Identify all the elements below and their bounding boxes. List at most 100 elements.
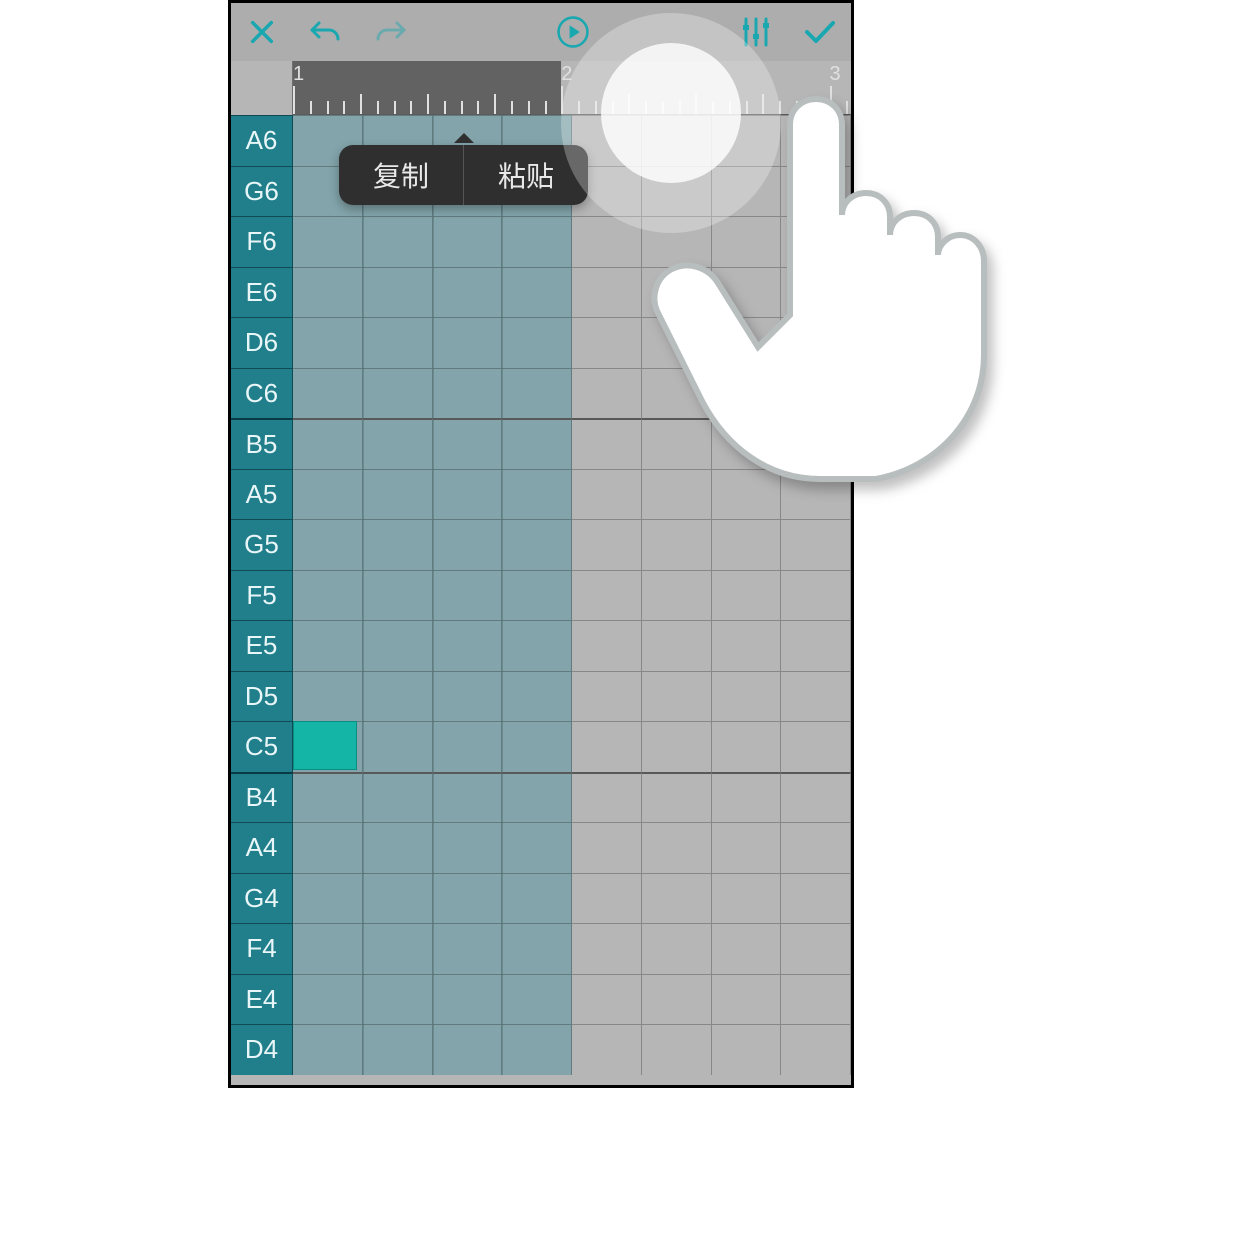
grid-cell[interactable] [433, 620, 503, 671]
grid-cell[interactable] [781, 570, 851, 621]
grid-row[interactable]: F4 [231, 923, 851, 974]
grid-cell[interactable] [293, 368, 363, 419]
note-block[interactable] [293, 721, 357, 770]
grid-cell[interactable] [712, 368, 782, 419]
grid-row[interactable]: E6 [231, 267, 851, 318]
grid-cell[interactable] [502, 418, 572, 469]
grid-cell[interactable] [293, 317, 363, 368]
grid-row[interactable]: D4 [231, 1024, 851, 1075]
grid-row[interactable]: E5 [231, 620, 851, 671]
grid-cell[interactable] [781, 267, 851, 318]
grid-cell[interactable] [572, 519, 642, 570]
grid-cell[interactable] [572, 570, 642, 621]
grid-cell[interactable] [781, 822, 851, 873]
grid-cell[interactable] [712, 519, 782, 570]
grid-cell[interactable] [433, 519, 503, 570]
grid-cell[interactable] [781, 418, 851, 469]
grid-cell[interactable] [293, 873, 363, 924]
grid-cell[interactable] [572, 368, 642, 419]
grid-cell[interactable] [433, 822, 503, 873]
grid-cell[interactable] [502, 1024, 572, 1075]
grid-cell[interactable] [712, 822, 782, 873]
grid-cell[interactable] [433, 721, 503, 772]
grid-cell[interactable] [293, 469, 363, 520]
grid-cell[interactable] [363, 1024, 433, 1075]
grid-row[interactable]: F5 [231, 570, 851, 621]
grid-cell[interactable] [712, 570, 782, 621]
grid-row[interactable]: B4 [231, 772, 851, 823]
grid-cell[interactable] [363, 923, 433, 974]
grid-cell[interactable] [433, 873, 503, 924]
play-button[interactable] [556, 15, 590, 49]
grid-cell[interactable] [363, 469, 433, 520]
grid-cell[interactable] [293, 620, 363, 671]
grid-row[interactable]: G5 [231, 519, 851, 570]
grid-cell[interactable] [502, 974, 572, 1025]
grid-cell[interactable] [712, 873, 782, 924]
grid-cell[interactable] [572, 923, 642, 974]
grid-cell[interactable] [572, 216, 642, 267]
grid-cell[interactable] [781, 1024, 851, 1075]
undo-button[interactable] [309, 15, 343, 49]
grid-cell[interactable] [433, 671, 503, 722]
grid-cell[interactable] [712, 469, 782, 520]
grid-cell[interactable] [572, 469, 642, 520]
grid-cell[interactable] [502, 772, 572, 823]
grid-cell[interactable] [572, 1024, 642, 1075]
grid-cell[interactable] [363, 974, 433, 1025]
grid-cell[interactable] [433, 317, 503, 368]
close-button[interactable] [245, 15, 279, 49]
grid-cell[interactable] [502, 216, 572, 267]
grid-cell[interactable] [433, 772, 503, 823]
grid-cell[interactable] [642, 822, 712, 873]
grid-row[interactable]: B5 [231, 418, 851, 469]
grid-cell[interactable] [781, 721, 851, 772]
grid-cell[interactable] [293, 923, 363, 974]
grid-row[interactable]: G4 [231, 873, 851, 924]
piano-roll-grid[interactable]: A6G6F6E6D6C6B5A5G5F5E5D5C5B4A4G4F4E4D4 [231, 115, 851, 1075]
grid-cell[interactable] [502, 519, 572, 570]
grid-cell[interactable] [293, 671, 363, 722]
grid-row[interactable]: D6 [231, 317, 851, 368]
grid-cell[interactable] [781, 368, 851, 419]
grid-cell[interactable] [781, 115, 851, 166]
grid-cell[interactable] [712, 923, 782, 974]
grid-cell[interactable] [642, 115, 712, 166]
grid-row[interactable]: A4 [231, 822, 851, 873]
grid-cell[interactable] [712, 974, 782, 1025]
grid-cell[interactable] [293, 418, 363, 469]
grid-cell[interactable] [572, 873, 642, 924]
grid-cell[interactable] [781, 519, 851, 570]
grid-cell[interactable] [572, 974, 642, 1025]
grid-cell[interactable] [293, 822, 363, 873]
grid-cell[interactable] [642, 368, 712, 419]
grid-cell[interactable] [433, 368, 503, 419]
grid-cell[interactable] [642, 873, 712, 924]
grid-cell[interactable] [642, 620, 712, 671]
grid-cell[interactable] [712, 1024, 782, 1075]
grid-cell[interactable] [642, 772, 712, 823]
grid-cell[interactable] [502, 368, 572, 419]
grid-cell[interactable] [502, 721, 572, 772]
grid-cell[interactable] [781, 469, 851, 520]
grid-cell[interactable] [642, 570, 712, 621]
grid-cell[interactable] [502, 317, 572, 368]
grid-cell[interactable] [781, 620, 851, 671]
grid-cell[interactable] [712, 115, 782, 166]
grid-cell[interactable] [433, 570, 503, 621]
mixer-button[interactable] [739, 15, 773, 49]
grid-cell[interactable] [502, 873, 572, 924]
grid-cell[interactable] [572, 317, 642, 368]
grid-cell[interactable] [433, 974, 503, 1025]
grid-cell[interactable] [433, 216, 503, 267]
grid-cell[interactable] [712, 721, 782, 772]
grid-cell[interactable] [363, 368, 433, 419]
grid-cell[interactable] [363, 216, 433, 267]
confirm-button[interactable] [803, 15, 837, 49]
grid-cell[interactable] [572, 267, 642, 318]
grid-cell[interactable] [363, 317, 433, 368]
grid-cell[interactable] [363, 570, 433, 621]
grid-cell[interactable] [572, 772, 642, 823]
grid-cell[interactable] [502, 620, 572, 671]
grid-cell[interactable] [642, 671, 712, 722]
